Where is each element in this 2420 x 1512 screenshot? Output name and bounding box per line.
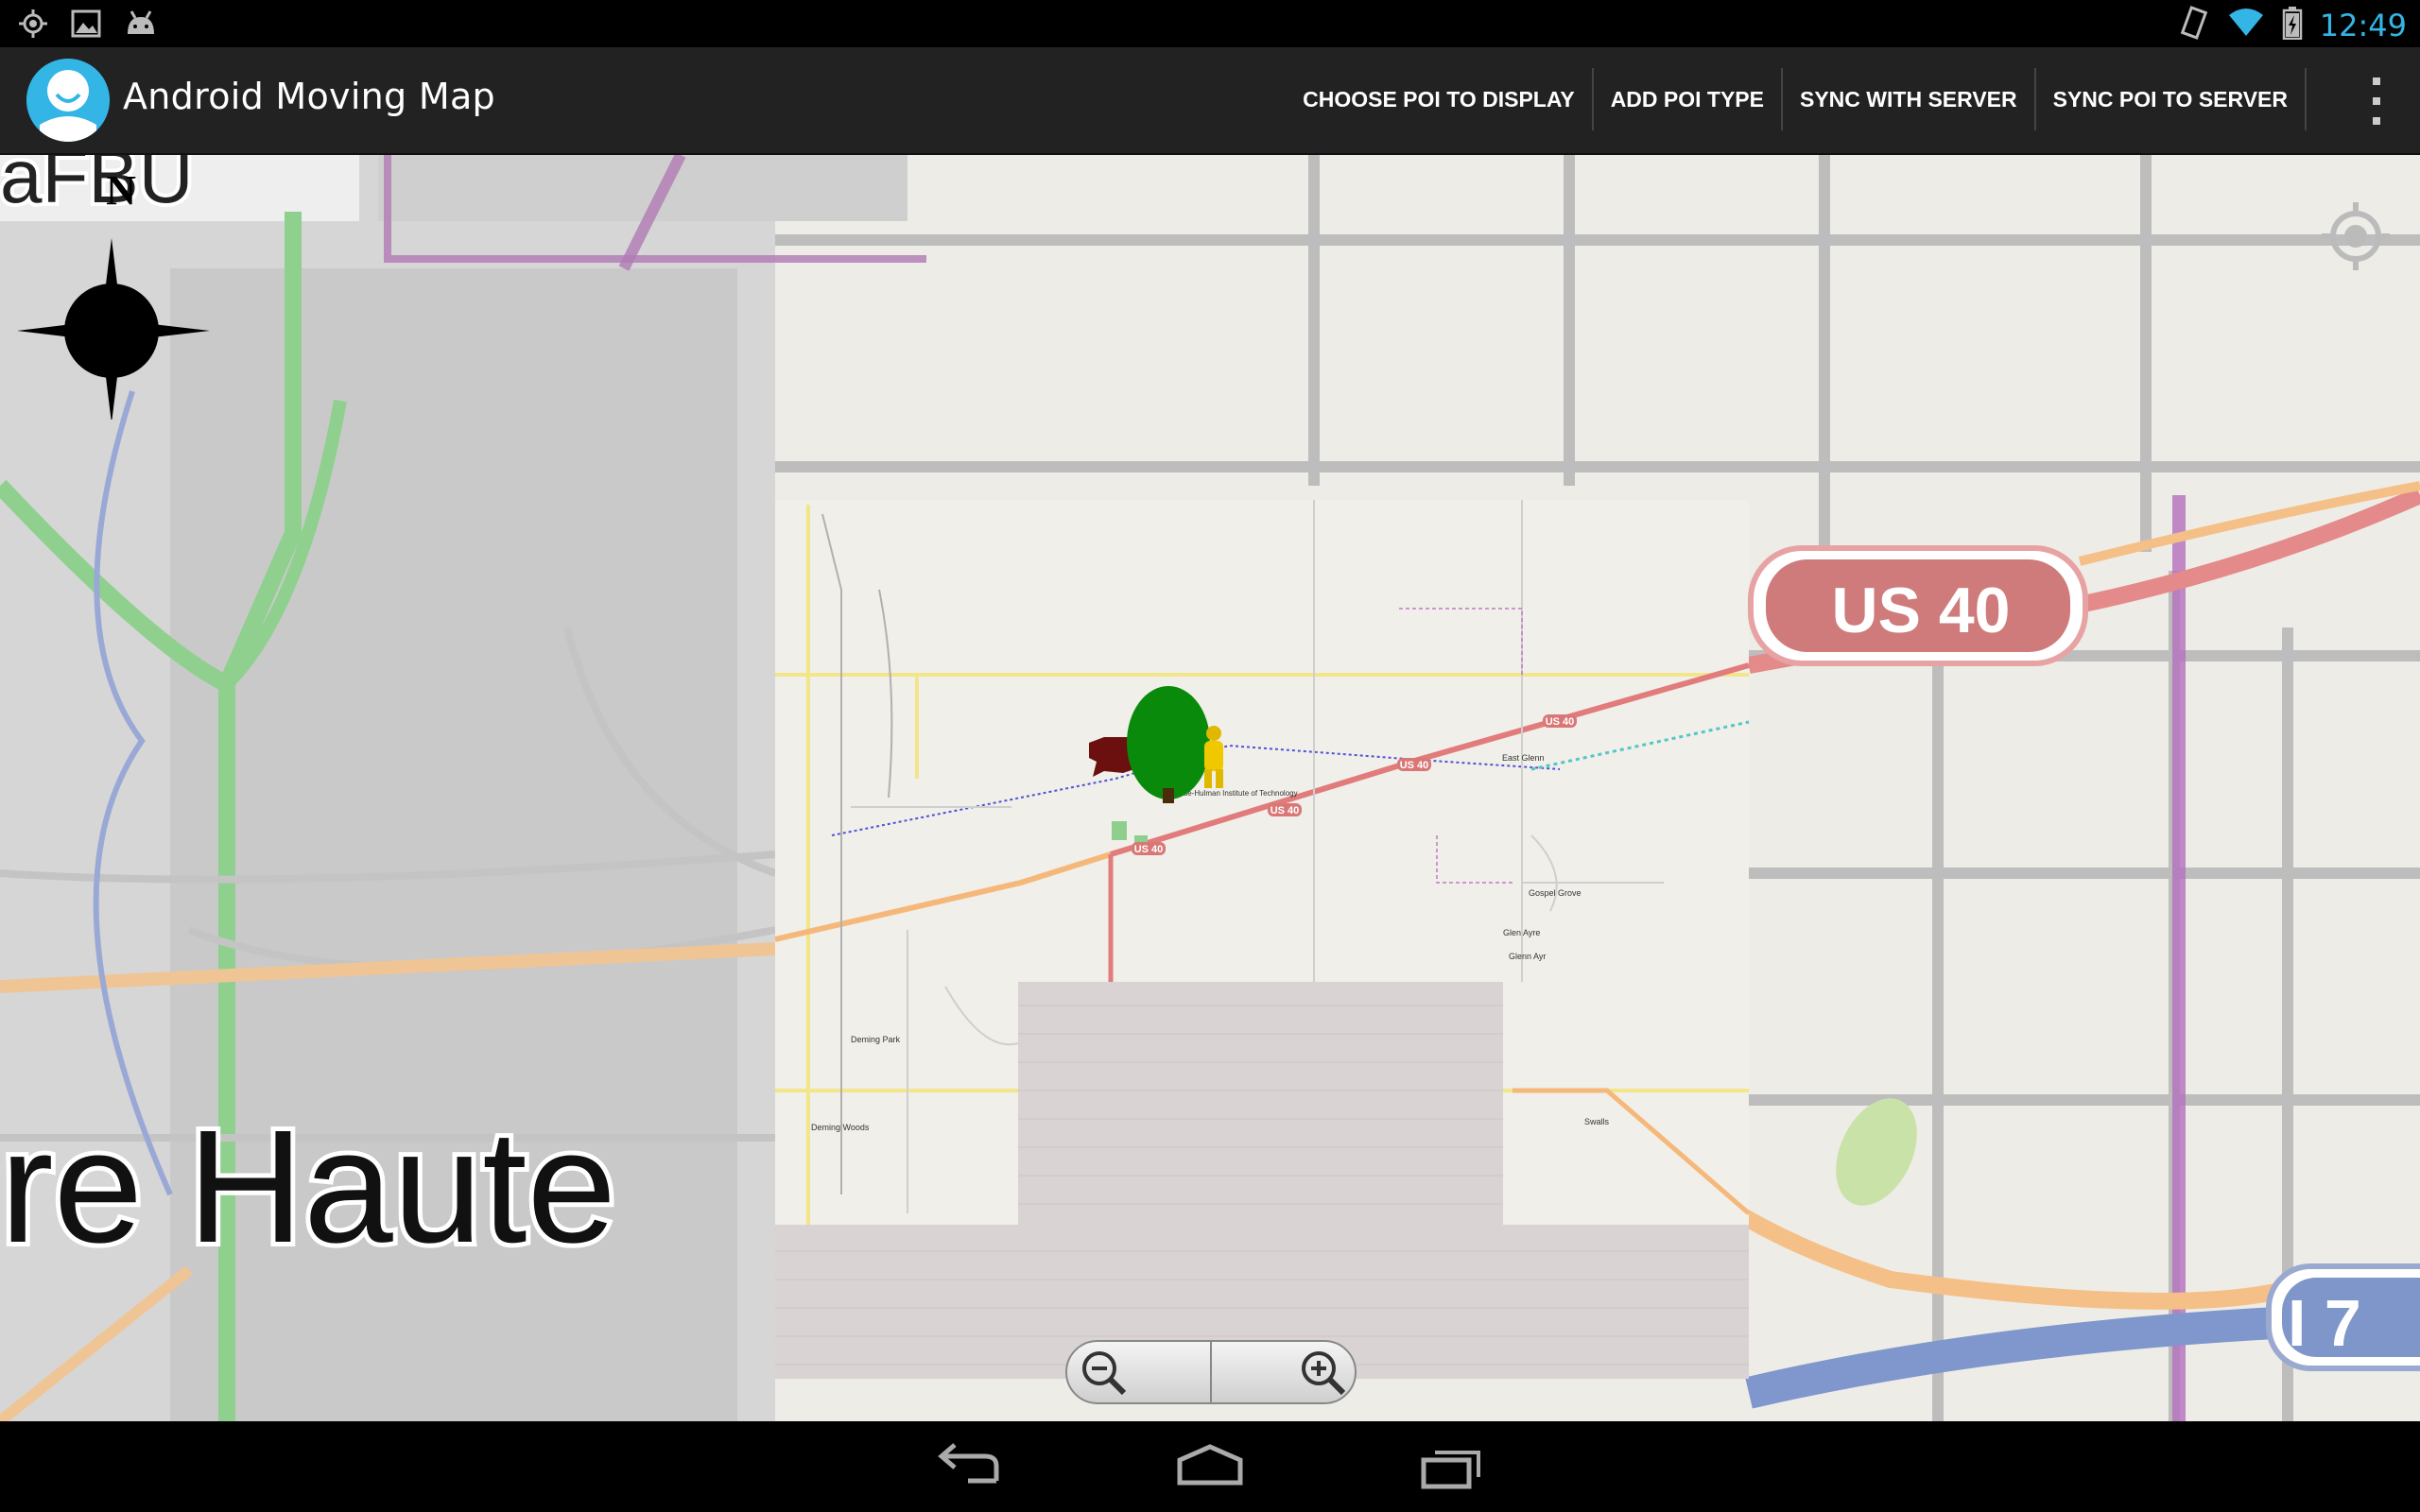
- my-location-icon[interactable]: [2318, 198, 2394, 279]
- app-title: Android Moving Map: [123, 76, 495, 117]
- person-poi-icon[interactable]: [1197, 724, 1231, 797]
- interstate-shield-label: I 7: [2288, 1286, 2361, 1360]
- battery-icon: [2282, 6, 2303, 44]
- image-icon: [70, 8, 102, 44]
- add-poi-type-button[interactable]: ADD POI TYPE: [1594, 68, 1783, 130]
- zoom-out-icon: [1082, 1351, 1127, 1396]
- action-bar: Android Moving Map CHOOSE POI TO DISPLAY…: [0, 47, 2420, 155]
- place-label: Swalls: [1584, 1117, 1610, 1126]
- wifi-icon: [2227, 6, 2265, 44]
- place-label: Glen Ayre: [1503, 928, 1540, 937]
- road-shield-label: US 40: [1400, 760, 1429, 771]
- compass-north-label: N: [106, 167, 136, 214]
- app-logo-icon[interactable]: [26, 59, 110, 142]
- action-bar-actions: CHOOSE POI TO DISPLAY ADD POI TYPE SYNC …: [1286, 68, 2307, 130]
- place-label: Gospel Grove: [1529, 888, 1582, 898]
- city-label: re Haute: [0, 1097, 616, 1277]
- android-icon: [123, 8, 159, 44]
- compass-icon: N: [9, 164, 217, 424]
- place-label: Glenn Ayr: [1509, 952, 1546, 961]
- highway-shield-label: US 40: [1832, 575, 2011, 646]
- sync-with-server-button[interactable]: SYNC WITH SERVER: [1783, 68, 2036, 130]
- zoom-out-button[interactable]: [1067, 1342, 1212, 1402]
- place-label: Deming Park: [851, 1035, 901, 1044]
- recent-apps-icon[interactable]: [1405, 1438, 1499, 1495]
- place-label: Deming Woods: [811, 1123, 870, 1132]
- back-icon[interactable]: [921, 1438, 1015, 1495]
- road-shield-label: US 40: [1270, 805, 1300, 816]
- place-label: East Glenn: [1502, 753, 1545, 763]
- road-shield-label: US 40: [1134, 844, 1164, 855]
- choose-poi-button[interactable]: CHOOSE POI TO DISPLAY: [1286, 68, 1594, 130]
- status-bar: 12:49: [0, 0, 2420, 47]
- home-icon[interactable]: [1163, 1438, 1257, 1495]
- status-clock: 12:49: [2319, 7, 2407, 43]
- navigation-bar: [0, 1421, 2420, 1512]
- map-view[interactable]: US 40 US 40 US 40 US 40 Gospel Grove Gle…: [0, 155, 2420, 1421]
- interstate-shield: I 7: [2266, 1263, 2420, 1371]
- vibrate-icon: [2178, 6, 2210, 44]
- highway-shield: US 40: [1748, 545, 2088, 666]
- zoom-controls: [1065, 1340, 1357, 1404]
- overflow-menu-icon[interactable]: [2358, 77, 2395, 125]
- location-icon: [17, 8, 49, 44]
- road-shield-label: US 40: [1546, 716, 1575, 728]
- sync-poi-to-server-button[interactable]: SYNC POI TO SERVER: [2036, 68, 2307, 130]
- zoom-in-icon: [1302, 1351, 1346, 1396]
- zoom-in-button[interactable]: [1212, 1342, 1355, 1402]
